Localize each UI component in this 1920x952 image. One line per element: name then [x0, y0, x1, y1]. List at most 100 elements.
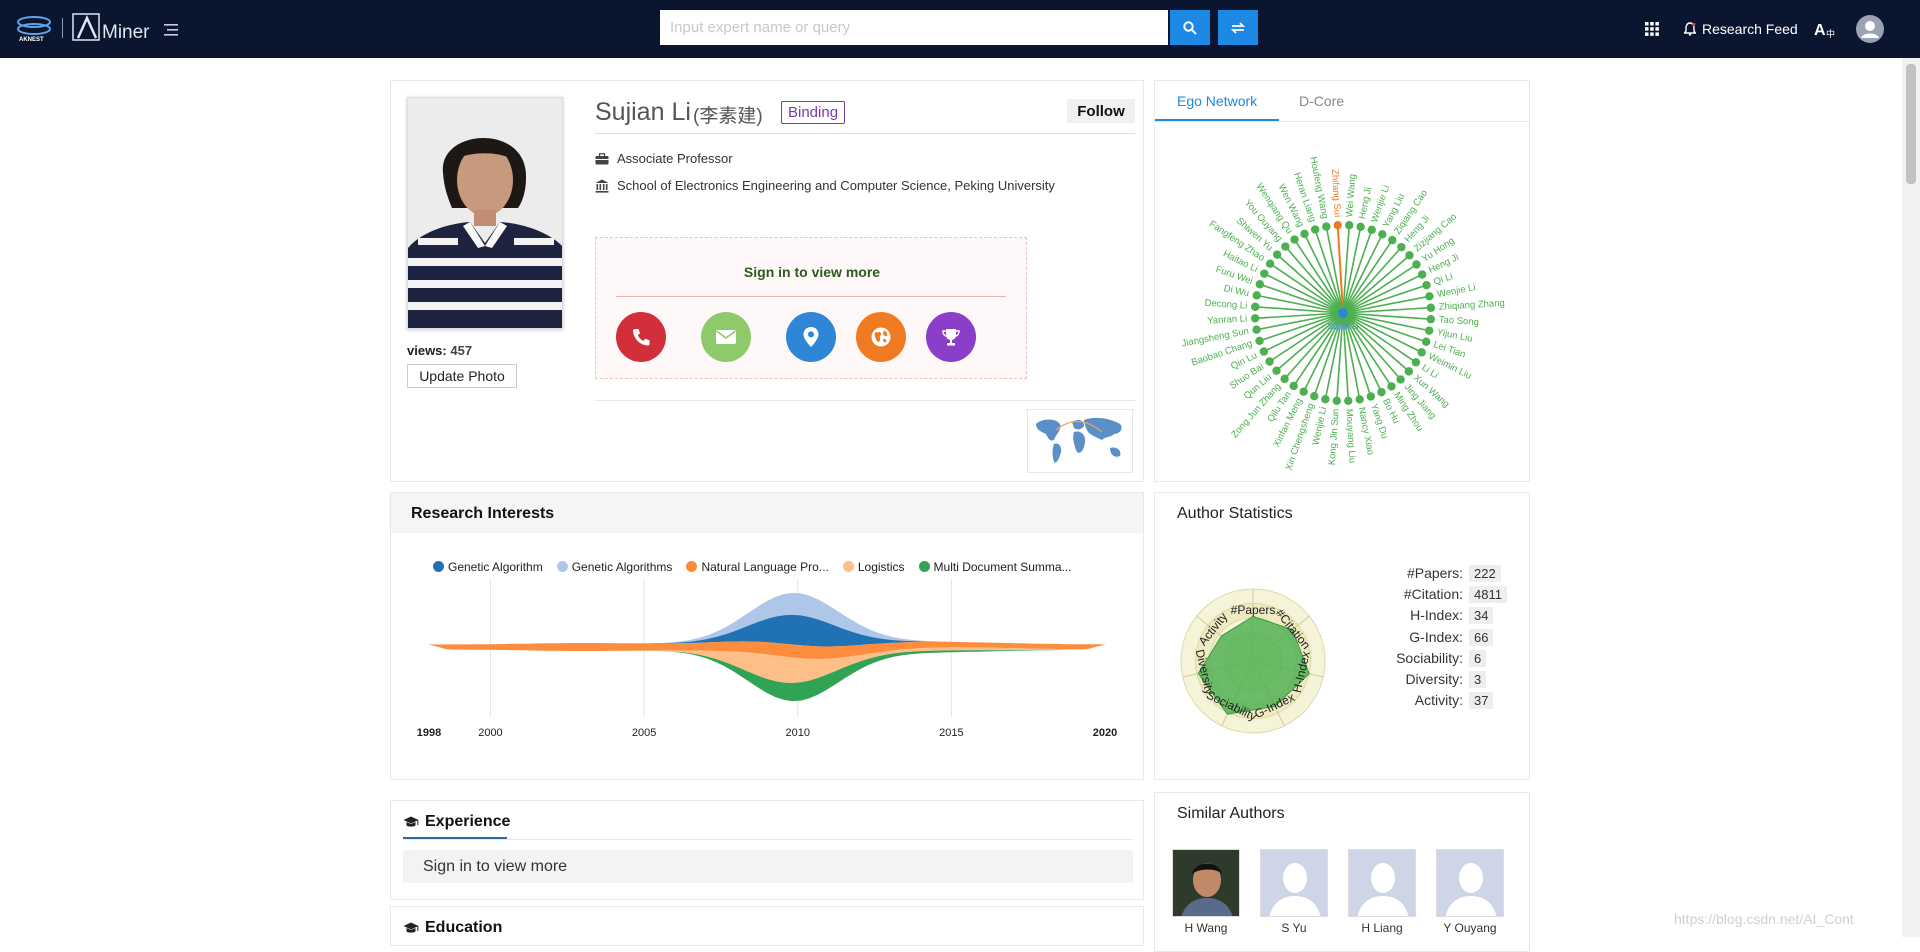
menu-icon[interactable]	[164, 24, 178, 36]
ego-node[interactable]	[1387, 382, 1396, 391]
ego-node[interactable]	[1251, 302, 1260, 311]
ego-node[interactable]	[1417, 270, 1427, 279]
ego-node[interactable]	[1388, 235, 1397, 245]
location-button[interactable]	[786, 312, 836, 362]
phone-button[interactable]	[616, 312, 666, 362]
scrollbar-thumb[interactable]	[1906, 64, 1916, 184]
awards-button[interactable]	[926, 312, 976, 362]
ego-node[interactable]	[1412, 260, 1421, 269]
legend-item[interactable]: Natural Language Pro...	[686, 560, 829, 574]
ego-node[interactable]	[1255, 336, 1264, 346]
ego-node[interactable]	[1397, 242, 1406, 252]
ego-node[interactable]	[1265, 259, 1275, 268]
ego-node[interactable]	[1322, 222, 1331, 231]
ego-node[interactable]	[1299, 387, 1308, 396]
similar-author-card[interactable]: H Wang	[1171, 849, 1241, 935]
ego-node[interactable]	[1281, 242, 1290, 251]
ego-node[interactable]	[1300, 229, 1309, 239]
homepage-button[interactable]	[856, 312, 906, 362]
follow-button[interactable]: Follow	[1067, 99, 1135, 123]
ego-node[interactable]	[1425, 292, 1434, 301]
ego-node[interactable]	[1367, 225, 1376, 235]
similar-author-card[interactable]: Y Ouyang	[1435, 849, 1505, 935]
ego-node[interactable]	[1425, 326, 1434, 335]
x-tick-label: 1998	[417, 727, 441, 739]
search-input[interactable]	[660, 10, 1168, 45]
ego-node[interactable]	[1260, 269, 1269, 278]
ego-node[interactable]	[1310, 225, 1320, 234]
ego-node[interactable]	[1272, 366, 1281, 375]
ego-node-label[interactable]: Zhifang Sui	[1329, 169, 1343, 218]
stream-series[interactable]	[429, 614, 1105, 647]
ego-node[interactable]	[1265, 357, 1274, 366]
ego-node-label[interactable]: Zhiqiang Zhang	[1438, 298, 1505, 313]
ego-node[interactable]	[1280, 374, 1289, 384]
ego-node[interactable]	[1366, 392, 1376, 401]
ego-node-label[interactable]: Mouyang Liu	[1343, 408, 1357, 463]
ego-node[interactable]	[1321, 395, 1330, 404]
ego-node[interactable]	[1344, 396, 1353, 406]
ego-node-label[interactable]: Yanran Li	[1207, 313, 1248, 326]
legend-item[interactable]: Genetic Algorithm	[433, 560, 543, 574]
tab-d-core[interactable]: D-Core	[1299, 93, 1344, 109]
ego-node[interactable]	[1422, 280, 1431, 290]
legend-item[interactable]: Multi Document Summa...	[918, 560, 1072, 574]
ego-node[interactable]	[1404, 367, 1414, 376]
ego-node[interactable]	[1252, 325, 1261, 334]
switch-search-button[interactable]	[1218, 10, 1258, 45]
page-scrollbar[interactable]	[1902, 58, 1920, 937]
search-button[interactable]	[1170, 10, 1210, 45]
name-divider	[595, 133, 1135, 134]
ego-node[interactable]	[1396, 375, 1405, 384]
ego-node[interactable]	[1252, 291, 1261, 300]
ego-node[interactable]	[1377, 387, 1386, 397]
ego-node[interactable]	[1250, 314, 1260, 323]
tab-ego-network[interactable]: Ego Network	[1177, 93, 1257, 109]
similar-author-card[interactable]: H Liang	[1347, 849, 1417, 935]
user-avatar[interactable]	[1856, 0, 1884, 58]
research-feed-link[interactable]: Research Feed	[1684, 0, 1798, 58]
ego-node[interactable]	[1421, 337, 1431, 346]
ego-node-label[interactable]: Decong Li	[1204, 298, 1247, 312]
ego-node[interactable]	[1417, 348, 1426, 357]
ego-node[interactable]	[1289, 381, 1298, 391]
ego-node[interactable]	[1255, 280, 1265, 289]
ego-node[interactable]	[1345, 221, 1354, 230]
ego-node[interactable]	[1426, 303, 1436, 312]
ego-node[interactable]	[1310, 391, 1319, 401]
ego-center-node[interactable]	[1338, 308, 1348, 318]
legend-label: Genetic Algorithm	[448, 560, 543, 574]
ego-node-label[interactable]: Di Wu	[1223, 283, 1250, 299]
ego-node[interactable]	[1405, 251, 1414, 260]
aminer-logo[interactable]	[72, 13, 106, 43]
ego-node-label[interactable]: Kong Jin Sun	[1327, 408, 1342, 465]
update-photo-button[interactable]: Update Photo	[407, 364, 517, 388]
research-streamgraph[interactable]: 1998 2000 2005 2010 2015 2020	[391, 579, 1143, 779]
experience-sign-in[interactable]: Sign in to view more	[403, 850, 1133, 883]
language-icon[interactable]: A中	[1814, 0, 1836, 58]
ego-node[interactable]	[1378, 230, 1387, 239]
sign-in-prompt[interactable]: Sign in to view more	[596, 264, 1028, 280]
world-map-thumbnail[interactable]	[1027, 409, 1133, 473]
aminer-org-logo[interactable]: AKNEST	[16, 13, 52, 43]
ego-node[interactable]	[1426, 315, 1435, 324]
ego-node[interactable]	[1355, 395, 1364, 404]
ego-node[interactable]	[1272, 250, 1282, 259]
similar-author-card[interactable]: S Yu	[1259, 849, 1329, 935]
ego-node[interactable]	[1333, 220, 1342, 230]
legend-item[interactable]: Logistics	[842, 560, 905, 574]
ego-node[interactable]	[1356, 222, 1365, 231]
ego-node[interactable]	[1259, 347, 1269, 356]
ego-network-graph[interactable]: Zhifang Sui Wei WangHeng JiWenjie LiYang …	[1155, 125, 1529, 481]
legend-label: Genetic Algorithms	[571, 560, 673, 574]
ego-node-label[interactable]: Tao Song	[1438, 314, 1479, 328]
ego-node[interactable]	[1290, 235, 1299, 244]
ego-node-label[interactable]: Wei Wang	[1344, 174, 1358, 218]
binding-badge[interactable]: Binding	[781, 101, 846, 124]
ego-node[interactable]	[1411, 358, 1421, 367]
apps-grid-icon[interactable]	[1645, 0, 1659, 58]
experience-title: Experience	[403, 813, 510, 831]
legend-item[interactable]: Genetic Algorithms	[556, 560, 673, 574]
email-button[interactable]	[701, 312, 751, 362]
ego-node[interactable]	[1332, 396, 1341, 405]
